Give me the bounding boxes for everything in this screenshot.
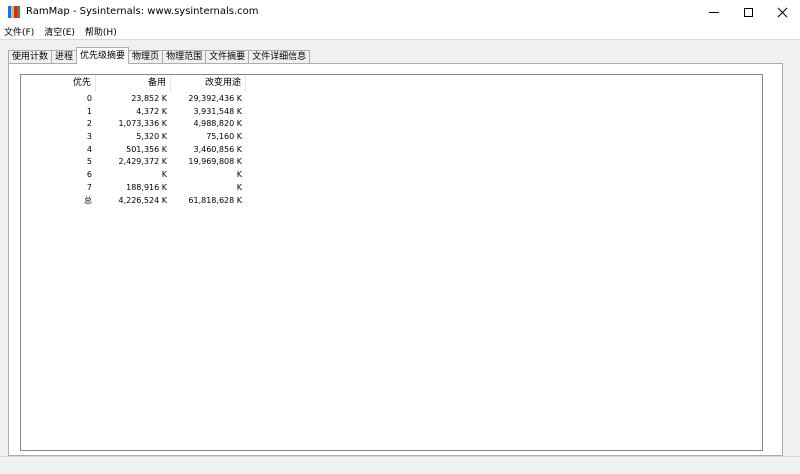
priority-list-view[interactable]: 优先 备用 改变用途 0 23,852 K 29,392,436 K 1 4,3… xyxy=(20,74,763,451)
cell-priority: 2 xyxy=(86,119,92,129)
column-header-standby[interactable]: 备用 xyxy=(96,75,171,92)
tab-physical-pages[interactable]: 物理页 xyxy=(128,50,164,64)
cell-repurposed: 75,160 K xyxy=(206,132,242,142)
close-icon xyxy=(777,7,788,18)
cell-priority: 7 xyxy=(86,182,92,192)
cell-standby: 188,916 K xyxy=(126,182,167,192)
cell-priority: 4 xyxy=(86,144,92,154)
cell-priority: 3 xyxy=(86,132,92,142)
cell-standby: 5,320 K xyxy=(136,132,167,142)
tab-file-summary[interactable]: 文件摘要 xyxy=(205,50,250,64)
column-header-repurposed[interactable]: 改变用途 xyxy=(171,75,246,92)
cell-standby: 23,852 K xyxy=(131,94,167,103)
cell-priority: 1 xyxy=(86,106,92,116)
menu-help[interactable]: 帮助(H) xyxy=(85,25,117,38)
column-header-priority[interactable]: 优先 xyxy=(21,75,96,92)
table-row[interactable]: 6 K K xyxy=(21,169,246,182)
tab-panel: 优先 备用 改变用途 0 23,852 K 29,392,436 K 1 4,3… xyxy=(8,63,783,456)
maximize-icon xyxy=(743,7,753,17)
cell-repurposed: 19,969,808 K xyxy=(188,157,242,167)
window-title: RamMap - Sysinternals: www.sysinternals.… xyxy=(26,6,259,17)
table-row[interactable]: 7 188,916 K K xyxy=(21,182,246,195)
minimize-button[interactable] xyxy=(697,0,731,24)
list-header: 优先 备用 改变用途 xyxy=(21,75,246,92)
menu-file[interactable]: 文件(F) xyxy=(4,25,34,38)
cell-repurposed: 3,931,548 K xyxy=(193,106,242,116)
menu-empty[interactable]: 清空(E) xyxy=(44,25,75,38)
menu-bar: 文件(F) 清空(E) 帮助(H) xyxy=(0,24,800,39)
close-button[interactable] xyxy=(765,0,799,24)
cell-priority: 0 xyxy=(86,94,92,103)
cell-standby: K xyxy=(161,170,167,180)
table-row[interactable]: 0 23,852 K 29,392,436 K xyxy=(21,93,246,106)
cell-repurposed: 61,818,628 K xyxy=(188,195,242,205)
tab-strip: 使用计数 进程 优先级摘要 物理页 物理范围 文件摘要 文件详细信息 xyxy=(8,47,311,64)
cell-repurposed: K xyxy=(236,182,242,192)
list-rows: 0 23,852 K 29,392,436 K 1 4,372 K 3,931,… xyxy=(21,93,246,207)
tab-physical-ranges[interactable]: 物理范围 xyxy=(162,50,207,64)
cell-repurposed: K xyxy=(236,170,242,180)
table-row[interactable]: 4 501,356 K 3,460,856 K xyxy=(21,144,246,157)
minimize-icon xyxy=(709,11,719,13)
tab-priority-summary[interactable]: 优先级摘要 xyxy=(76,47,130,64)
table-row-total[interactable]: 总 4,226,524 K 61,818,628 K xyxy=(21,195,246,208)
maximize-button[interactable] xyxy=(731,0,765,24)
title-bar: RamMap - Sysinternals: www.sysinternals.… xyxy=(0,0,800,24)
cell-priority: 5 xyxy=(86,157,92,167)
cell-standby: 4,372 K xyxy=(136,106,167,116)
cell-standby: 4,226,524 K xyxy=(118,195,167,205)
tab-file-details[interactable]: 文件详细信息 xyxy=(248,50,311,64)
status-separator xyxy=(0,456,800,457)
cell-priority: 6 xyxy=(86,170,92,180)
cell-repurposed: 3,460,856 K xyxy=(193,144,242,154)
cell-standby: 2,429,372 K xyxy=(118,157,167,167)
rammap-app-icon xyxy=(8,6,20,18)
cell-standby: 501,356 K xyxy=(126,144,167,154)
cell-repurposed: 4,988,820 K xyxy=(193,119,242,129)
table-row[interactable]: 3 5,320 K 75,160 K xyxy=(21,131,246,144)
table-row[interactable]: 5 2,429,372 K 19,969,808 K xyxy=(21,156,246,169)
tab-use-counts[interactable]: 使用计数 xyxy=(8,50,53,64)
table-row[interactable]: 1 4,372 K 3,931,548 K xyxy=(21,106,246,119)
cell-priority: 总 xyxy=(84,195,92,205)
tab-processes[interactable]: 进程 xyxy=(51,50,78,64)
table-row[interactable]: 2 1,073,336 K 4,988,820 K xyxy=(21,118,246,131)
cell-repurposed: 29,392,436 K xyxy=(188,94,242,103)
icon-stripe-4 xyxy=(17,6,20,18)
cell-standby: 1,073,336 K xyxy=(118,119,167,129)
client-area: 使用计数 进程 优先级摘要 物理页 物理范围 文件摘要 文件详细信息 优先 备用… xyxy=(0,40,800,474)
